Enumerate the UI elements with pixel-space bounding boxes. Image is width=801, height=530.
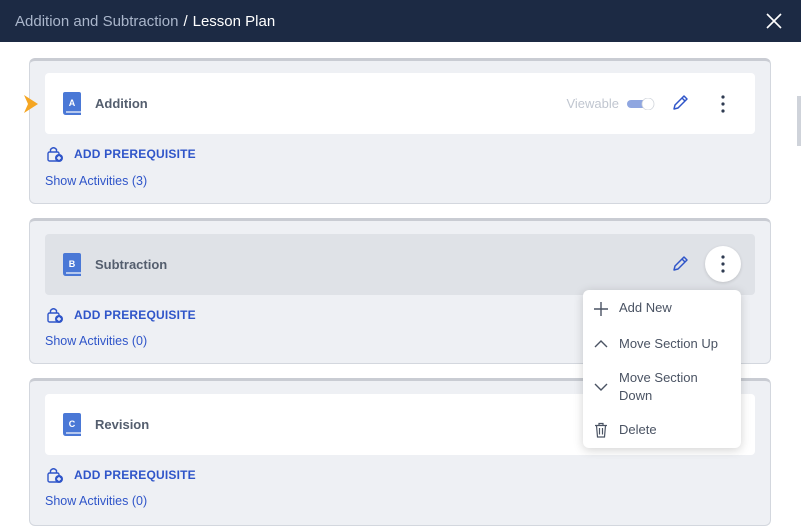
chevron-down-icon [594,383,608,391]
breadcrumb-parent[interactable]: Addition and Subtraction [15,13,178,30]
section-badge: C [69,419,76,429]
more-options-icon[interactable] [711,93,735,115]
scroll-edge [797,96,801,146]
viewable-toggle[interactable] [627,98,655,110]
lock-plus-icon [47,147,63,162]
section-title: Revision [95,417,150,432]
close-icon[interactable] [765,12,783,30]
trash-icon [595,422,607,438]
section-badge: A [69,98,76,108]
show-activities-link[interactable]: Show Activities (3) [45,174,147,188]
add-prerequisite-button[interactable]: ADD PREREQUISITE [46,466,196,484]
menu-item-add-new[interactable]: Add New [583,299,741,321]
section-context-menu: Add New Move Section Up Move Section Dow… [583,290,741,448]
add-prerequisite-label: ADD PREREQUISITE [74,147,196,161]
viewable-label: Viewable [566,96,619,111]
more-options-icon [721,255,725,273]
section-title: Subtraction [95,257,168,272]
lock-plus-icon [47,468,63,483]
more-options-button[interactable] [705,246,741,282]
plus-icon [594,302,608,316]
menu-item-label: Move Section Down [619,370,698,403]
menu-item-move-down[interactable]: Move Section Down [583,369,741,409]
book-icon: A [63,92,81,115]
section-card-addition: A Addition Viewable ADD PREREQUISITE Sho… [29,58,771,204]
book-icon: B [63,253,81,276]
dialog-body: A Addition Viewable ADD PREREQUISITE Sho… [0,42,801,530]
show-activities-link[interactable]: Show Activities (0) [45,494,147,508]
breadcrumb-current: Lesson Plan [192,12,276,30]
add-prerequisite-label: ADD PREREQUISITE [74,308,196,322]
book-icon: C [63,413,81,436]
menu-item-label: Delete [619,422,657,437]
menu-item-delete[interactable]: Delete [583,421,741,443]
add-prerequisite-button[interactable]: ADD PREREQUISITE [46,306,196,324]
show-activities-link[interactable]: Show Activities (0) [45,334,147,348]
lock-plus-icon [47,308,63,323]
add-prerequisite-button[interactable]: ADD PREREQUISITE [46,145,196,163]
section-row-addition[interactable]: A Addition Viewable [45,73,755,134]
section-row-subtraction[interactable]: B Subtraction [45,234,755,295]
section-badge: B [69,259,76,269]
section-title: Addition [95,96,148,111]
edit-pencil-icon[interactable] [671,94,689,112]
menu-item-move-up[interactable]: Move Section Up [583,335,741,357]
add-prerequisite-label: ADD PREREQUISITE [74,468,196,482]
menu-item-label: Move Section Up [619,336,718,351]
edit-pencil-icon[interactable] [671,255,689,273]
breadcrumb-separator: / [183,12,188,30]
dialog-header: Addition and Subtraction / Lesson Plan [0,0,801,42]
current-section-pointer-icon [24,95,38,113]
lesson-plan-dialog: Addition and Subtraction / Lesson Plan A… [0,0,801,530]
menu-item-label: Add New [619,300,672,315]
chevron-up-icon [594,340,608,348]
